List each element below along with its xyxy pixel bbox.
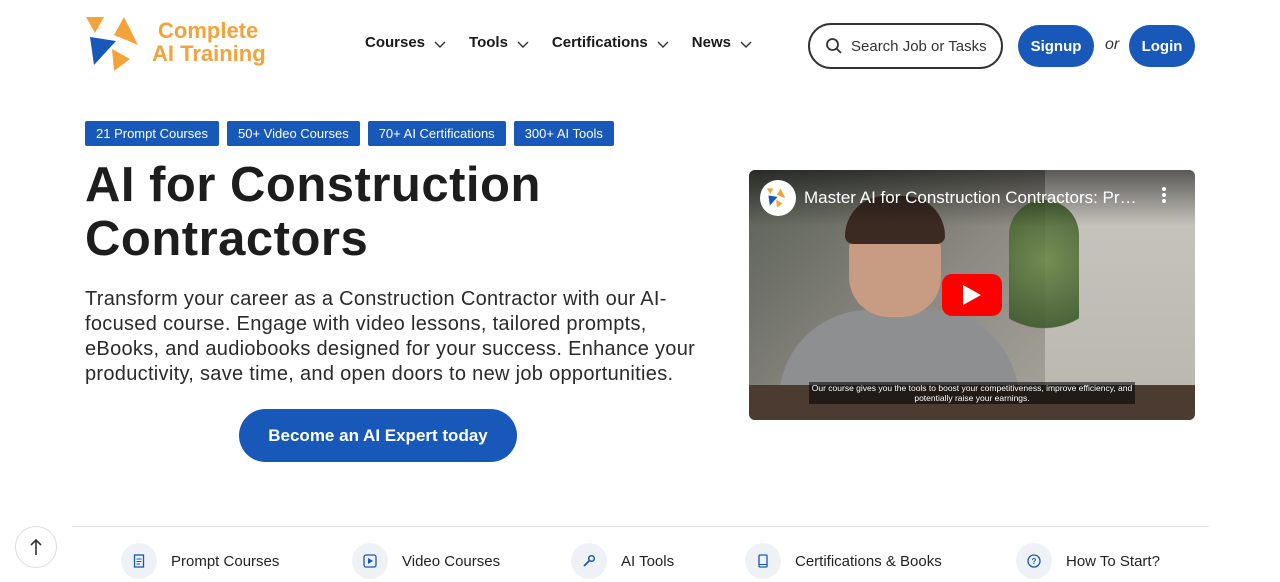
title-line1: AI for Construction: [85, 158, 541, 212]
hero-badges: 21 Prompt Courses 50+ Video Courses 70+ …: [85, 121, 614, 146]
bottom-nav-label: Certifications & Books: [795, 552, 942, 570]
nav-courses-label: Courses: [365, 34, 426, 51]
section-divider: [72, 526, 1209, 527]
bottom-nav-ai-tools[interactable]: AI Tools: [571, 543, 674, 579]
nav-news-label: News: [691, 34, 731, 51]
chevron-down-icon: [434, 41, 446, 48]
logo-line2: AI Training: [152, 41, 266, 66]
login-button[interactable]: Login: [1129, 25, 1195, 67]
book-icon: [745, 543, 781, 579]
question-circle-icon: ?: [1016, 543, 1052, 579]
chevron-down-icon: [517, 41, 529, 48]
video-play-icon: [352, 543, 388, 579]
channel-avatar[interactable]: [760, 180, 796, 216]
title-line2: Contractors: [85, 212, 369, 266]
svg-text:?: ?: [1032, 557, 1037, 566]
badge-ai-tools: 300+ AI Tools: [513, 121, 614, 146]
kebab-dots-icon: [1162, 187, 1166, 203]
nav-certifications-label: Certifications: [551, 34, 648, 51]
video-player[interactable]: Master AI for Construction Contractors: …: [749, 170, 1195, 420]
site-header: Complete AI Training Courses Tools Certi…: [0, 0, 1280, 92]
wrench-icon: [571, 543, 607, 579]
bottom-nav-prompt-courses[interactable]: Prompt Courses: [121, 543, 279, 579]
more-options-icon[interactable]: [1161, 186, 1167, 204]
nav-tools[interactable]: Tools: [469, 34, 530, 51]
hero-description: Transform your career as a Construction …: [85, 288, 696, 385]
bottom-nav-how-to-start[interactable]: ? How To Start?: [1016, 543, 1160, 579]
badge-video-courses: 50+ Video Courses: [227, 121, 360, 146]
badge-prompt-courses: 21 Prompt Courses: [85, 121, 219, 146]
play-button[interactable]: [942, 274, 1002, 316]
bottom-nav-label: How To Start?: [1066, 552, 1160, 570]
video-title[interactable]: Master AI for Construction Contractors: …: [804, 188, 1144, 208]
bottom-nav: Prompt Courses Video Courses AI Tools Ce…: [0, 543, 1280, 582]
bottom-nav-label: Video Courses: [402, 552, 501, 570]
bottom-nav-video-courses[interactable]: Video Courses: [352, 543, 500, 579]
nav-tools-label: Tools: [469, 34, 508, 51]
bottom-nav-label: AI Tools: [621, 552, 675, 570]
chevron-down-icon: [657, 41, 669, 48]
channel-logo-icon: [767, 188, 786, 208]
document-icon: [121, 543, 157, 579]
logo-triangles-icon: [86, 17, 138, 71]
chevron-down-icon: [740, 41, 752, 48]
search-icon: [826, 38, 842, 54]
nav-news[interactable]: News: [692, 34, 753, 51]
page-title: AI for Construction Contractors: [85, 158, 645, 266]
nav-certifications[interactable]: Certifications: [552, 34, 670, 51]
nav-courses[interactable]: Courses: [365, 34, 447, 51]
signup-button[interactable]: Signup: [1018, 25, 1094, 67]
badge-ai-certifications: 70+ AI Certifications: [367, 121, 506, 146]
video-caption: Our course gives you the tools to boost …: [809, 382, 1135, 404]
or-label: or: [1105, 36, 1120, 53]
search-placeholder: Search Job or Tasks: [851, 37, 987, 55]
become-expert-button[interactable]: Become an AI Expert today: [239, 409, 517, 462]
bottom-nav-certifications-books[interactable]: Certifications & Books: [745, 543, 942, 579]
bottom-nav-label: Prompt Courses: [171, 552, 280, 570]
play-icon: [963, 285, 981, 305]
main-nav: Courses Tools Certifications News: [365, 34, 775, 51]
logo-line1: Complete: [158, 18, 259, 43]
search-input[interactable]: Search Job or Tasks: [808, 23, 1003, 69]
site-logo[interactable]: Complete AI Training: [86, 15, 266, 73]
